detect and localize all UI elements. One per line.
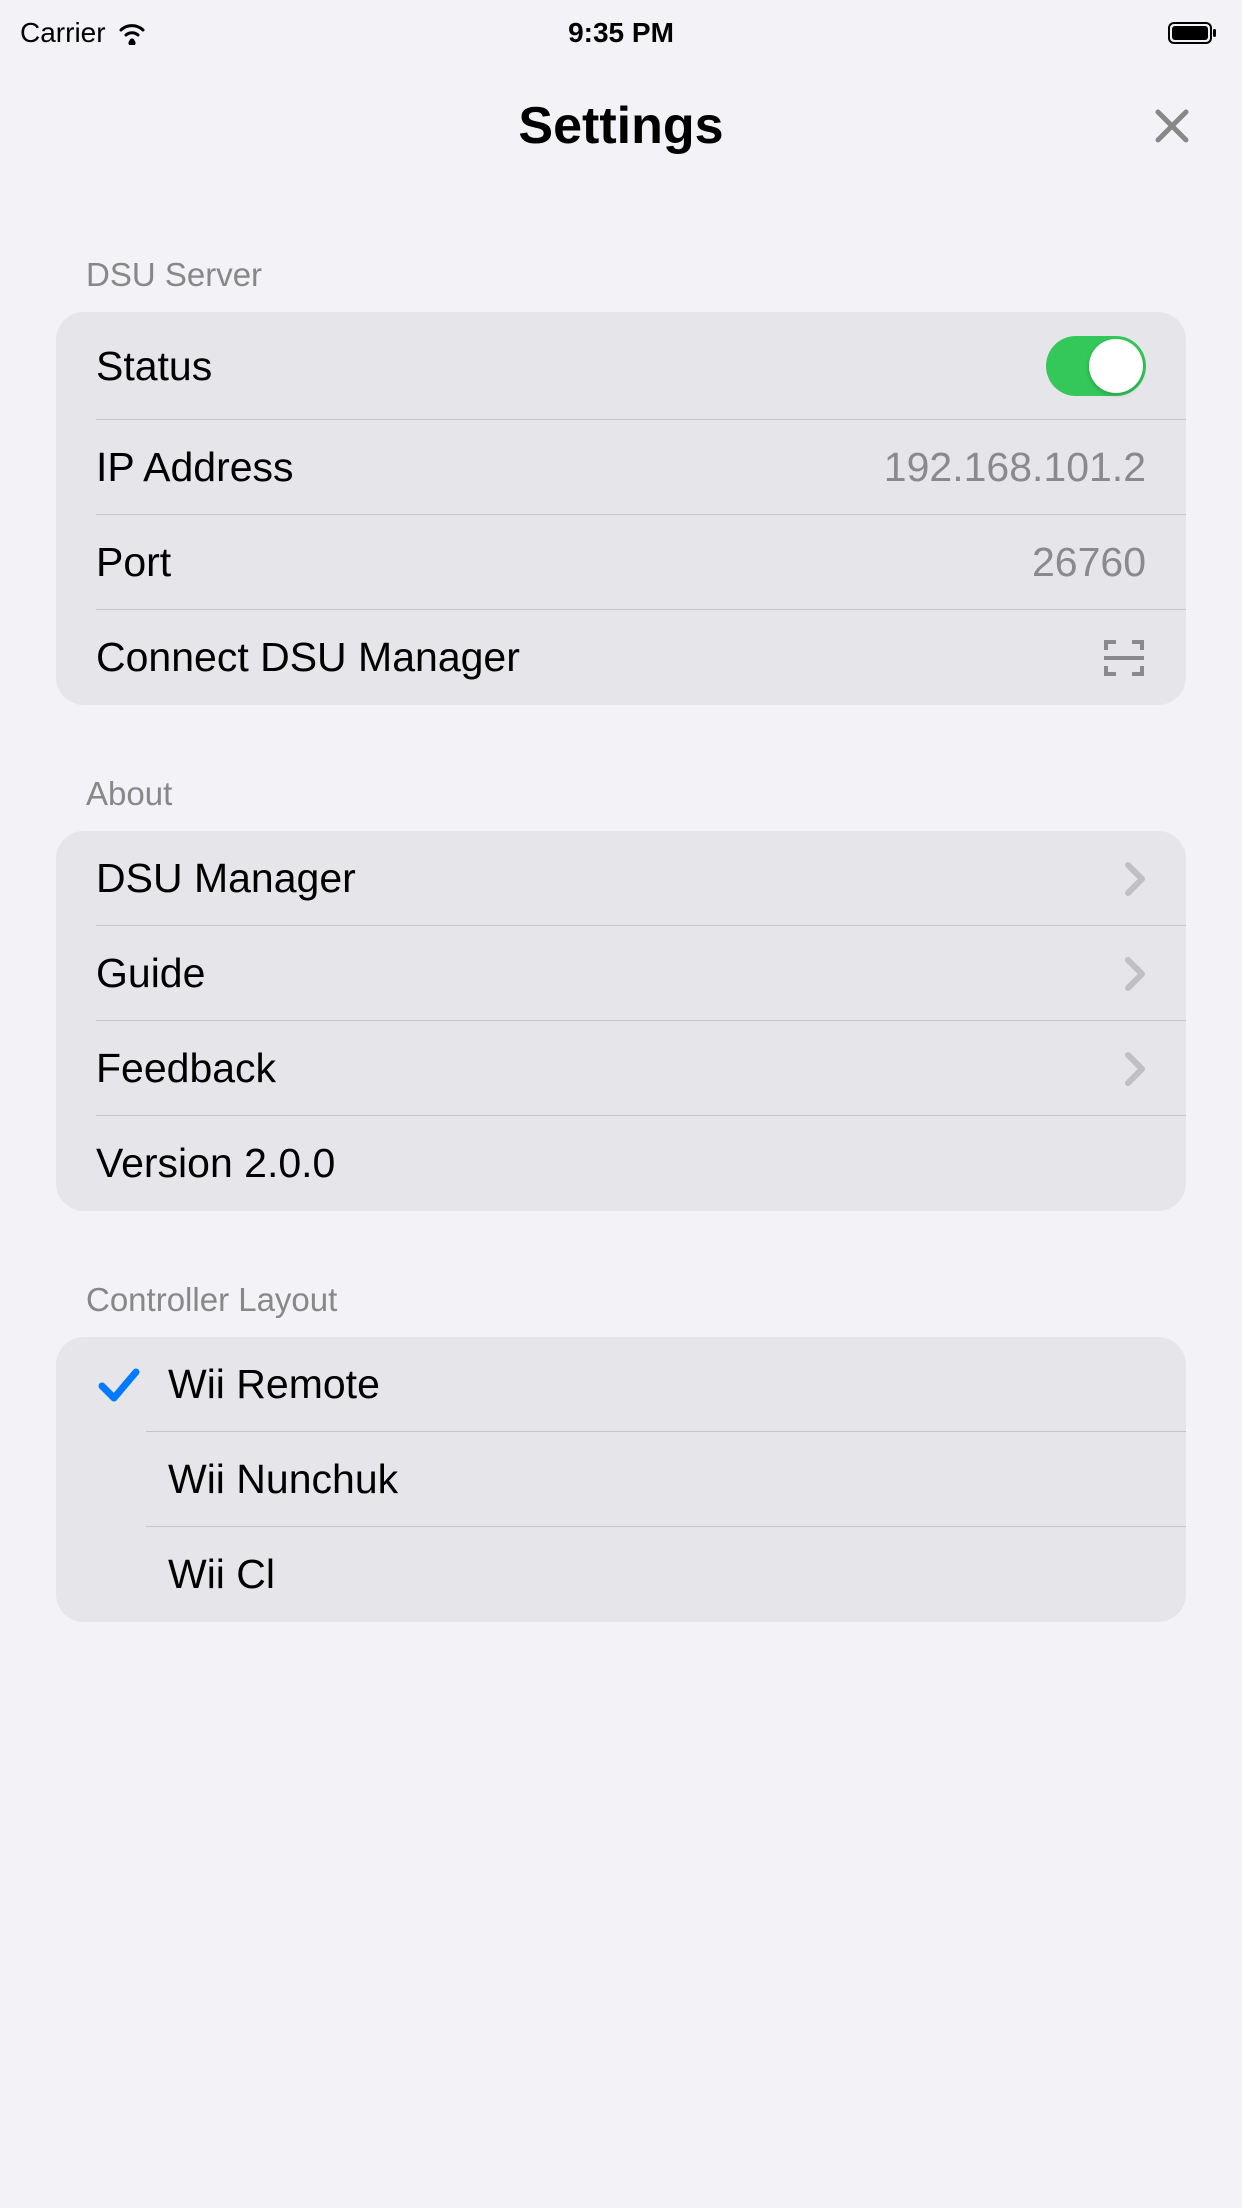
content: DSU Server Status IP Address 192.168.101… — [0, 256, 1242, 1622]
controller-layout-group: Wii Remote Wii Nunchuk Wii Cl — [56, 1337, 1186, 1622]
controller-wii-nunchuk-row[interactable]: Wii Nunchuk — [56, 1432, 1186, 1527]
ip-label: IP Address — [96, 444, 294, 491]
port-value: 26760 — [1032, 539, 1146, 586]
controller-wii-classic-row[interactable]: Wii Cl — [56, 1527, 1186, 1622]
close-icon — [1150, 104, 1194, 148]
ip-row: IP Address 192.168.101.2 — [56, 420, 1186, 515]
chevron-right-icon — [1124, 956, 1146, 992]
check-placeholder — [96, 1552, 142, 1598]
status-label: Status — [96, 343, 212, 390]
status-left: Carrier — [20, 17, 148, 49]
carrier-label: Carrier — [20, 17, 106, 49]
dsu-manager-row[interactable]: DSU Manager — [56, 831, 1186, 926]
controller-item-label: Wii Remote — [168, 1361, 380, 1408]
version-label: Version 2.0.0 — [96, 1140, 335, 1187]
controller-item-label: Wii Cl — [168, 1551, 275, 1598]
port-label: Port — [96, 539, 171, 586]
about-group: DSU Manager Guide Feedback Version 2.0.0 — [56, 831, 1186, 1211]
controller-wii-remote-row[interactable]: Wii Remote — [56, 1337, 1186, 1432]
port-row: Port 26760 — [56, 515, 1186, 610]
battery-icon — [1168, 21, 1218, 45]
status-toggle[interactable] — [1046, 336, 1146, 396]
section-header-dsu: DSU Server — [56, 256, 1186, 294]
check-placeholder — [96, 1457, 142, 1503]
feedback-label: Feedback — [96, 1045, 276, 1092]
close-button[interactable] — [1150, 104, 1194, 148]
chevron-right-icon — [1124, 1051, 1146, 1087]
page-title: Settings — [518, 96, 723, 156]
guide-row[interactable]: Guide — [56, 926, 1186, 1021]
status-bar: Carrier 9:35 PM — [0, 0, 1242, 66]
controller-item-label: Wii Nunchuk — [168, 1456, 398, 1503]
dsu-manager-label: DSU Manager — [96, 855, 356, 902]
section-header-controller: Controller Layout — [56, 1281, 1186, 1319]
connect-label: Connect DSU Manager — [96, 634, 520, 681]
feedback-row[interactable]: Feedback — [56, 1021, 1186, 1116]
checkmark-icon — [96, 1362, 142, 1408]
section-header-about: About — [56, 775, 1186, 813]
status-row[interactable]: Status — [56, 312, 1186, 420]
scan-icon — [1102, 636, 1146, 680]
header: Settings — [0, 66, 1242, 186]
dsu-server-group: Status IP Address 192.168.101.2 Port 267… — [56, 312, 1186, 705]
version-row: Version 2.0.0 — [56, 1116, 1186, 1211]
connect-dsu-row[interactable]: Connect DSU Manager — [56, 610, 1186, 705]
status-time: 9:35 PM — [568, 17, 674, 49]
chevron-right-icon — [1124, 861, 1146, 897]
guide-label: Guide — [96, 950, 205, 997]
wifi-icon — [116, 21, 148, 45]
ip-value: 192.168.101.2 — [884, 444, 1146, 491]
